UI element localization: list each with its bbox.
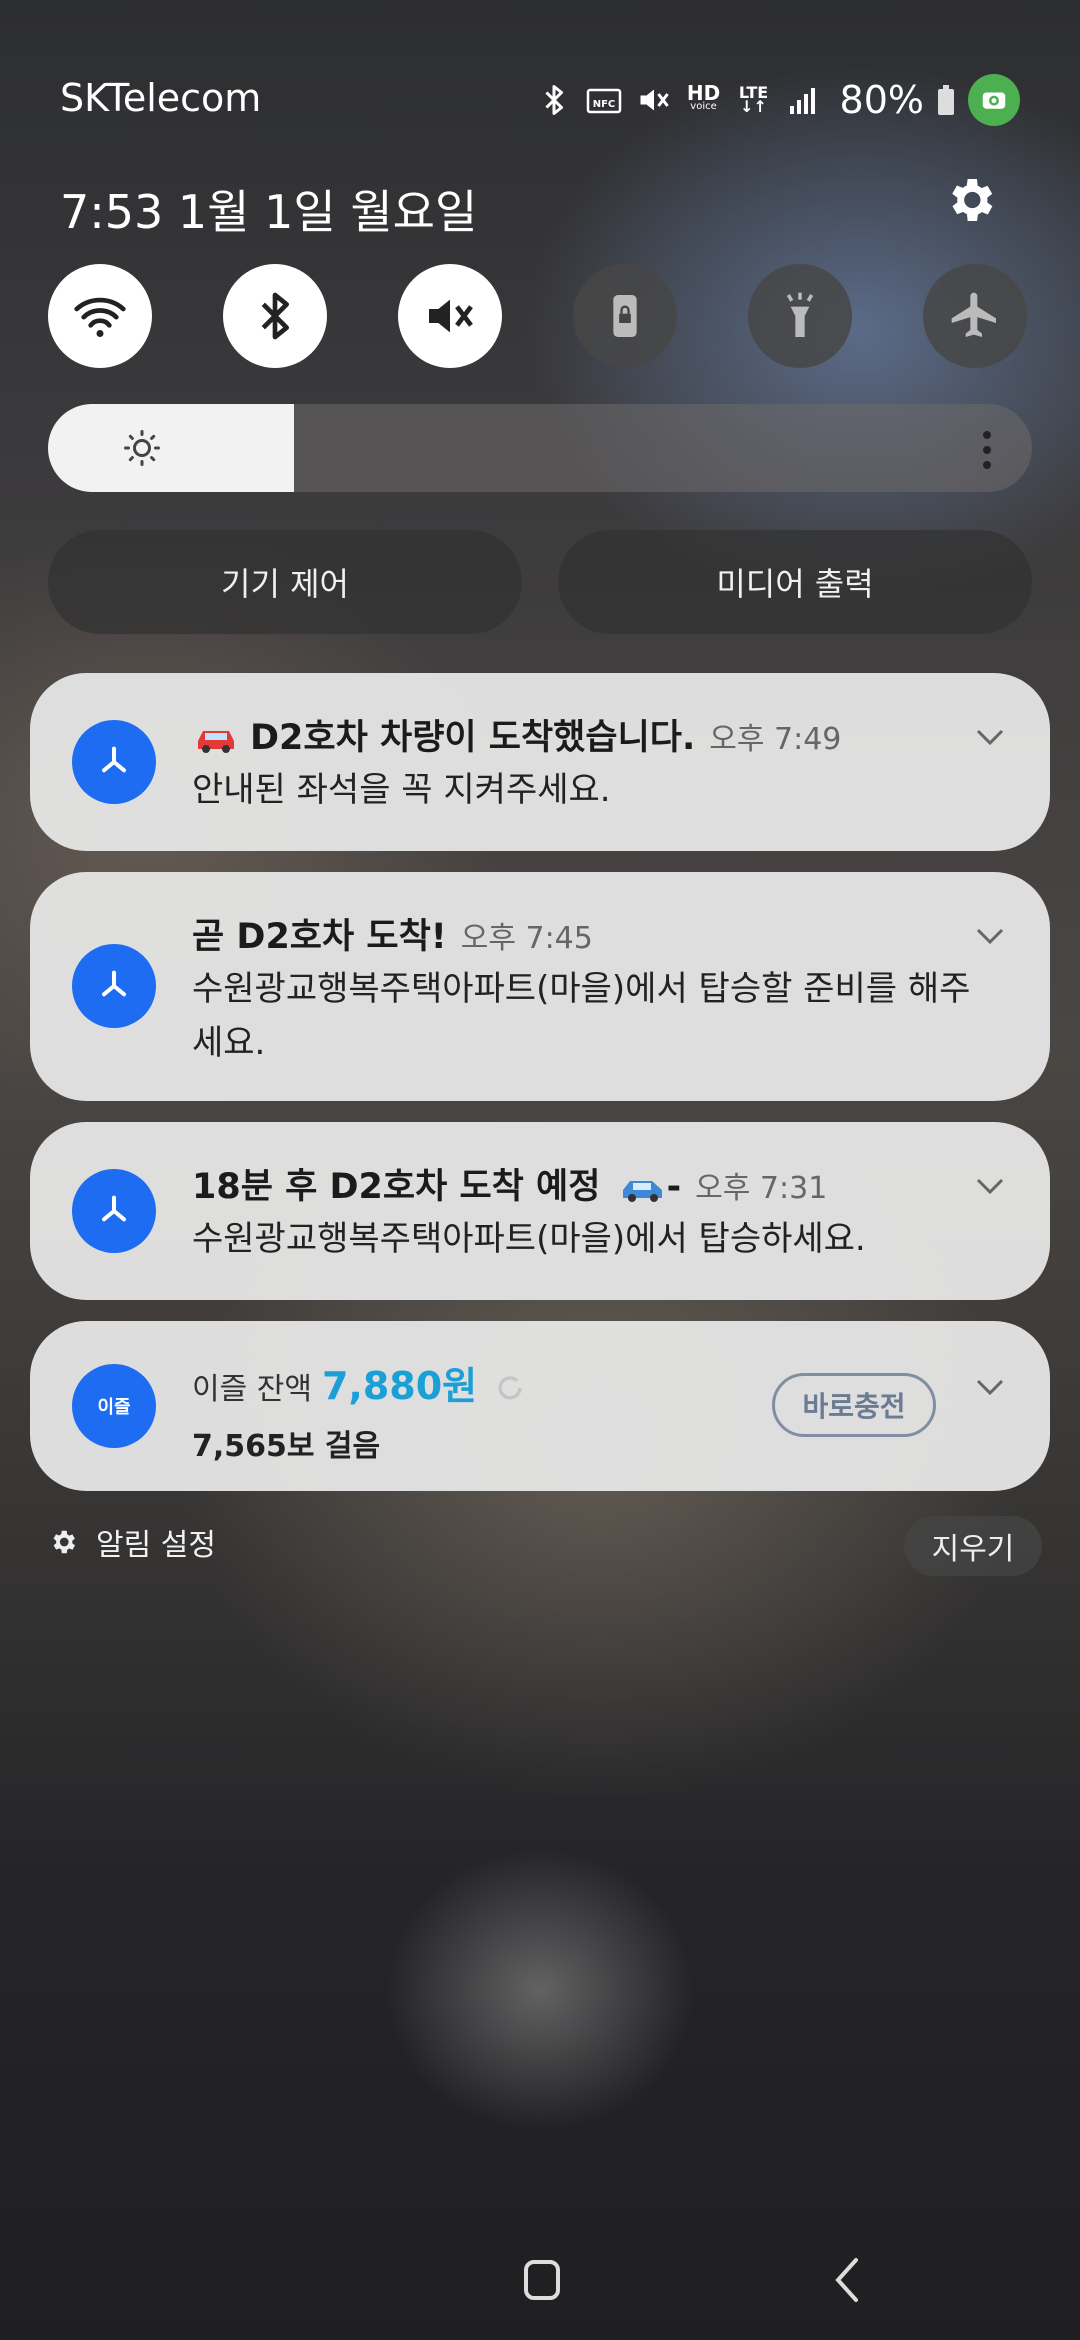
- bluetooth-icon: [261, 292, 289, 340]
- chevron-down-icon[interactable]: [972, 725, 1008, 749]
- battery-icon: [938, 85, 954, 115]
- bluetooth-toggle[interactable]: [223, 264, 327, 368]
- balance-amount: 7,880원: [321, 1364, 478, 1408]
- chevron-down-icon[interactable]: [972, 1174, 1008, 1198]
- balance-row: 이즐 잔액 7,880원: [192, 1355, 527, 1410]
- bus-app-logo-icon: [102, 1195, 126, 1222]
- flashlight-toggle[interactable]: [748, 264, 852, 368]
- chevron-down-icon[interactable]: [972, 1375, 1008, 1399]
- app-icon: [72, 1169, 156, 1253]
- brightness-sun-icon: [124, 430, 160, 466]
- screen-recorder-icon[interactable]: [968, 74, 1020, 126]
- wifi-toggle[interactable]: [48, 264, 152, 368]
- red-car-icon: [198, 731, 234, 753]
- settings-gear-icon[interactable]: [942, 172, 998, 228]
- notification-card[interactable]: 곧 D2호차 도착! 오후 7:45 수원광교행복주택아파트(마을)에서 탑승할 …: [30, 872, 1050, 1101]
- carrier-name: SKTelecom: [60, 76, 262, 120]
- gear-icon: [53, 1530, 75, 1554]
- hd-voice-icon: HD voice: [686, 81, 721, 112]
- notification-title: 18분 후 D2호차 도착 예정 - 오후 7:31: [192, 1167, 828, 1207]
- notification-card[interactable]: 18분 후 D2호차 도착 예정 - 오후 7:31 수원광교행복주택아파트(마을…: [30, 1122, 1050, 1300]
- back-button[interactable]: [832, 2256, 862, 2304]
- app-icon: [72, 720, 156, 804]
- home-button[interactable]: [524, 2260, 560, 2300]
- lock-rotation-icon: [613, 295, 637, 337]
- mute-icon: [429, 299, 473, 333]
- refresh-icon[interactable]: [493, 1371, 527, 1405]
- clear-all-button[interactable]: 지우기: [904, 1516, 1042, 1576]
- notification-time: 오후 7:49: [709, 722, 842, 757]
- notification-body: 수원광교행복주택아파트(마을)에서 탑승하세요.: [192, 1219, 866, 1259]
- media-output-button[interactable]: 미디어 출력: [558, 530, 1032, 634]
- airplane-icon: [951, 292, 996, 337]
- wifi-icon: [74, 297, 126, 337]
- balance-notification-card[interactable]: 이즐 이즐 잔액 7,880원 7,565보 걸음 바로충전: [30, 1321, 1050, 1491]
- lte-icon: LTE ↓↑: [738, 83, 769, 116]
- mute-toggle[interactable]: [398, 264, 502, 368]
- brightness-fill: [48, 404, 294, 492]
- app-icon: 이즐: [72, 1364, 156, 1448]
- airplane-mode-toggle[interactable]: [923, 264, 1027, 368]
- flashlight-icon: [786, 292, 814, 337]
- notification-body: 수원광교행복주택아파트(마을)에서 탑승할 준비를 해주세요.: [192, 969, 971, 1063]
- bluetooth-icon: [536, 82, 572, 118]
- bus-app-logo-icon: [102, 746, 126, 773]
- svg-text:NFC: NFC: [592, 99, 615, 110]
- battery-percent: 80%: [839, 78, 924, 122]
- notification-time: 오후 7:31: [695, 1171, 828, 1206]
- blue-car-icon: [622, 1181, 662, 1202]
- signal-icon: [786, 82, 822, 118]
- notification-title: 곧 D2호차 도착! 오후 7:45: [192, 917, 593, 957]
- notification-body: 안내된 좌석을 꼭 지켜주세요.: [192, 770, 611, 810]
- notification-settings-link[interactable]: 알림 설정: [48, 1520, 216, 1564]
- nfc-icon: NFC: [586, 82, 622, 118]
- notification-time: 오후 7:45: [460, 921, 593, 956]
- brightness-slider[interactable]: [48, 404, 1032, 492]
- status-icons: NFC HD voice LTE ↓↑ 80%: [536, 74, 1020, 126]
- app-icon: [72, 944, 156, 1028]
- recharge-button[interactable]: 바로충전: [772, 1373, 936, 1437]
- chevron-down-icon[interactable]: [972, 924, 1008, 948]
- notification-settings-label: 알림 설정: [96, 1528, 216, 1563]
- notification-title: D2호차 차량이 도착했습니다. 오후 7:49: [192, 709, 841, 760]
- step-count: 7,565보 걸음: [192, 1429, 381, 1464]
- date-time: 7:53 1월 1일 월요일: [60, 185, 478, 239]
- mute-icon: [636, 82, 672, 118]
- screen-lock-toggle[interactable]: [573, 264, 677, 368]
- bus-app-logo-icon: [102, 970, 126, 997]
- notification-card[interactable]: D2호차 차량이 도착했습니다. 오후 7:49 안내된 좌석을 꼭 지켜주세요.: [30, 673, 1050, 851]
- more-options-icon[interactable]: [982, 430, 992, 470]
- device-control-button[interactable]: 기기 제어: [48, 530, 522, 634]
